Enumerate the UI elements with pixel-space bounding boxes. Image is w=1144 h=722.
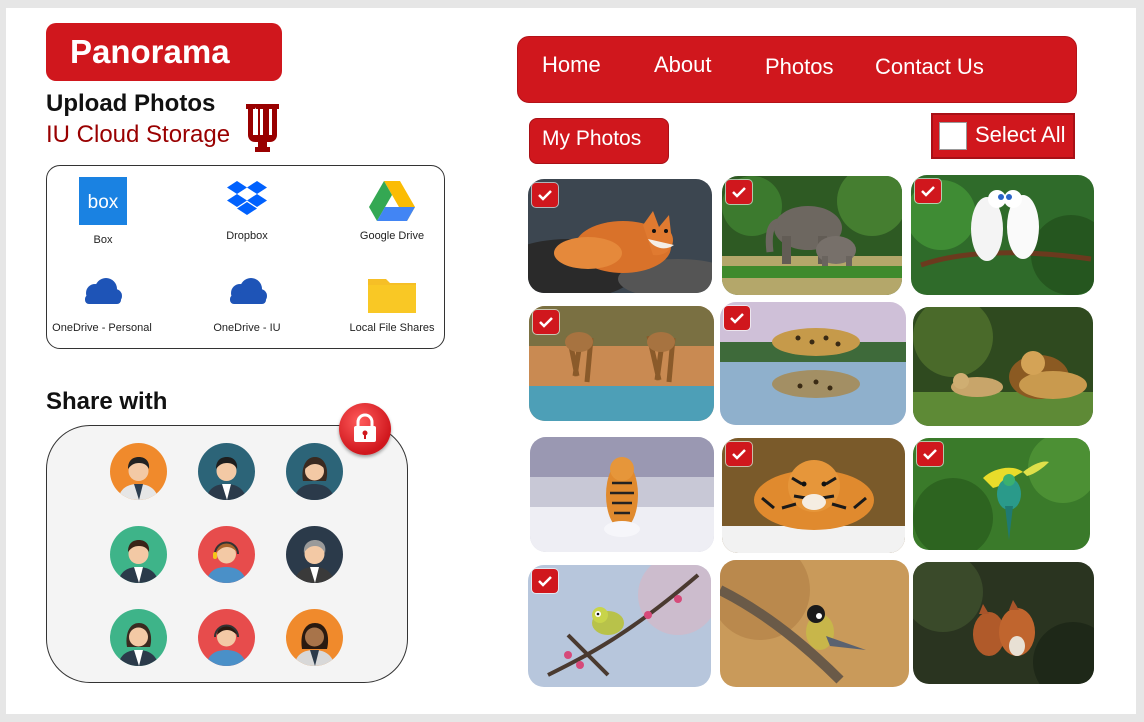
lock-icon bbox=[354, 413, 376, 442]
elder-avatar-icon bbox=[294, 540, 335, 583]
service-label: OneDrive - Personal bbox=[52, 322, 152, 334]
selected-checkmark-icon[interactable] bbox=[726, 180, 752, 204]
onedrive-icon bbox=[85, 278, 122, 304]
nav-photos[interactable]: Photos bbox=[765, 54, 834, 80]
nav-contact-us[interactable]: Contact Us bbox=[875, 54, 984, 80]
storage-heading: IU Cloud Storage bbox=[46, 121, 231, 148]
selected-checkmark-icon[interactable] bbox=[917, 442, 943, 466]
contact-avatar[interactable] bbox=[110, 609, 167, 666]
great-tit-photo bbox=[720, 560, 909, 687]
photo-tile[interactable] bbox=[530, 437, 714, 552]
onedrive-icon bbox=[230, 278, 267, 304]
man-avatar-icon bbox=[118, 540, 159, 583]
service-local-file-shares[interactable]: Local File Shares bbox=[327, 273, 457, 334]
woman-avatar-icon bbox=[294, 623, 335, 666]
photo-tile[interactable] bbox=[913, 438, 1090, 550]
my-photos-tab[interactable]: My Photos bbox=[529, 118, 669, 164]
woman-avatar-icon bbox=[294, 457, 335, 500]
contact-avatar[interactable] bbox=[286, 526, 343, 583]
service-dropbox[interactable]: Dropbox bbox=[182, 179, 312, 242]
service-label: Google Drive bbox=[359, 230, 425, 242]
support-agent-avatar-icon bbox=[206, 624, 247, 666]
photo-tile[interactable] bbox=[720, 302, 906, 425]
fox-cubs-photo bbox=[913, 562, 1094, 684]
photo-tile[interactable] bbox=[722, 438, 905, 553]
selected-checkmark-icon[interactable] bbox=[726, 442, 752, 466]
photo-tile[interactable] bbox=[528, 179, 712, 293]
selected-checkmark-icon[interactable] bbox=[532, 569, 558, 593]
contact-avatar[interactable] bbox=[198, 443, 255, 500]
google-drive-icon bbox=[369, 181, 415, 221]
iu-trident-logo-icon bbox=[246, 104, 279, 152]
contact-avatar[interactable] bbox=[198, 526, 255, 583]
photo-tile[interactable] bbox=[720, 560, 909, 687]
main-nav: Home About Photos Contact Us bbox=[517, 36, 1077, 103]
nav-about[interactable]: About bbox=[654, 52, 712, 78]
private-share-lock-button[interactable] bbox=[339, 403, 391, 455]
service-onedrive-iu[interactable]: OneDrive - IU bbox=[182, 275, 312, 334]
select-all-control[interactable]: Select All bbox=[931, 113, 1075, 159]
lions-photo bbox=[913, 307, 1093, 426]
photo-tile[interactable] bbox=[913, 562, 1094, 684]
select-all-checkbox[interactable] bbox=[939, 122, 967, 150]
contact-avatar[interactable] bbox=[110, 443, 167, 500]
select-all-label: Select All bbox=[975, 122, 1066, 147]
contact-avatar[interactable] bbox=[286, 609, 343, 666]
photo-tile[interactable] bbox=[529, 306, 714, 421]
woman-avatar-icon bbox=[118, 623, 159, 666]
service-label: Box bbox=[93, 234, 113, 246]
contact-avatar[interactable] bbox=[110, 526, 167, 583]
service-label: Dropbox bbox=[226, 230, 268, 242]
photo-tile[interactable] bbox=[722, 176, 902, 295]
svg-text:box: box bbox=[88, 192, 119, 213]
app-logo[interactable]: Panorama bbox=[46, 23, 282, 81]
service-box[interactable]: box Box bbox=[38, 177, 168, 246]
upload-photos-heading: Upload Photos bbox=[46, 90, 216, 117]
box-icon: box bbox=[79, 177, 127, 225]
tiger-snow-photo bbox=[530, 437, 714, 552]
support-agent-avatar-icon bbox=[206, 541, 247, 583]
man-suit-avatar-icon bbox=[206, 457, 247, 500]
contact-avatar[interactable] bbox=[286, 443, 343, 500]
folder-icon bbox=[368, 279, 416, 313]
dropbox-icon bbox=[227, 181, 267, 215]
photo-tile[interactable] bbox=[913, 307, 1093, 426]
selected-checkmark-icon[interactable] bbox=[532, 183, 558, 207]
selected-checkmark-icon[interactable] bbox=[724, 306, 750, 330]
photo-tile[interactable] bbox=[528, 565, 711, 687]
storage-services-panel: box Box Dropbox Google Drive OneDrive - … bbox=[46, 165, 445, 349]
page: Panorama Upload Photos IU Cloud Storage … bbox=[6, 8, 1136, 714]
man-avatar-icon bbox=[118, 457, 159, 500]
share-with-heading: Share with bbox=[46, 388, 168, 415]
share-contacts-panel bbox=[46, 425, 408, 683]
photo-tile[interactable] bbox=[911, 175, 1094, 295]
contact-avatar[interactable] bbox=[198, 609, 255, 666]
nav-home[interactable]: Home bbox=[542, 52, 601, 78]
service-google-drive[interactable]: Google Drive bbox=[327, 179, 457, 242]
selected-checkmark-icon[interactable] bbox=[533, 310, 559, 334]
selected-checkmark-icon[interactable] bbox=[915, 179, 941, 203]
service-label: Local File Shares bbox=[349, 322, 435, 334]
service-onedrive-personal[interactable]: OneDrive - Personal bbox=[37, 275, 167, 334]
service-label: OneDrive - IU bbox=[213, 322, 281, 334]
